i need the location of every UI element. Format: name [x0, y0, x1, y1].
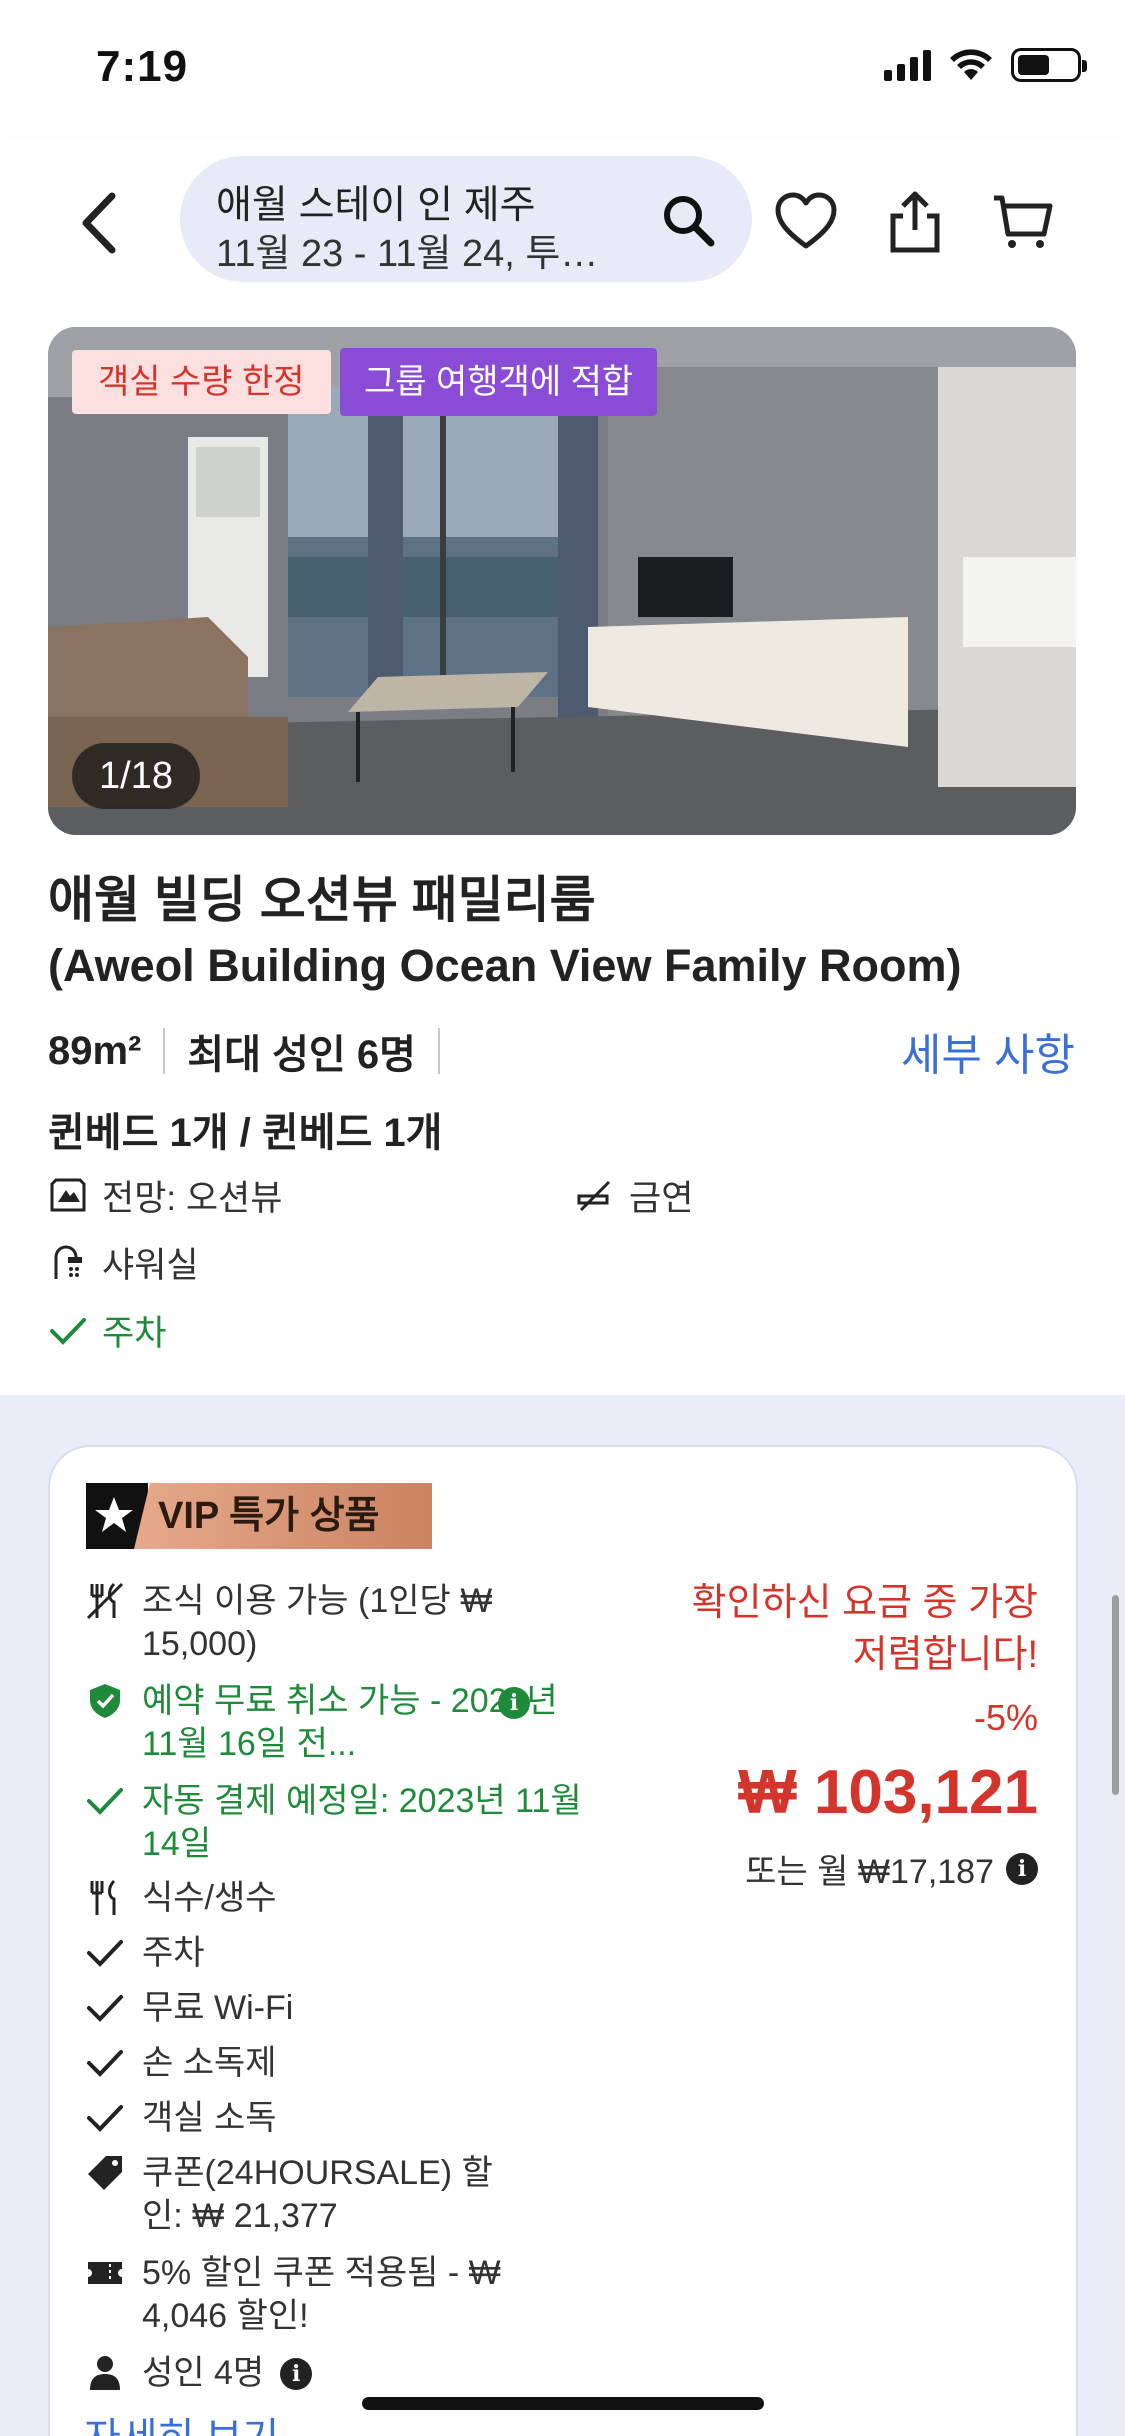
photo-counter: 1/18 [72, 743, 200, 809]
amenity-non-smoking-label: 금연 [629, 1179, 694, 1218]
feature-parking: 주차 [86, 1932, 586, 1983]
amenity-parking: 주차 [48, 1305, 166, 1356]
feature-adults: 성인 4명 i [86, 2352, 313, 2403]
discount-percent: -5% [973, 1697, 1038, 1738]
app-header: 애월 스테이 인 제주 11월 23 - 11월 24, 투… [0, 140, 1125, 305]
feature-sanitizer-label: 손 소독제 [142, 2044, 277, 2082]
view-more-link[interactable]: 자세히 보기 [84, 2405, 279, 2436]
shield-check-icon [90, 1684, 120, 1718]
bed-config: 퀸베드 1개 / 퀸베드 1개 [48, 1111, 443, 1155]
vip-offer-card: VIP 특가 상품 조식 이용 가능 (1인당 ₩ 15,000) 예약 무료 … [48, 1445, 1078, 2436]
amenity-view-label: 전망: 오션뷰 [102, 1179, 283, 1218]
ocean-view-icon [50, 1178, 86, 1211]
heart-icon[interactable] [774, 190, 838, 254]
monthly-price: 또는 월 ₩17,187 i [745, 1844, 1038, 1893]
feature-coupon-label: 쿠폰(24HOURSALE) 할인: ₩ 21,377 [142, 2154, 493, 2235]
ticket-icon [88, 2262, 122, 2284]
check-icon [87, 2105, 123, 2132]
tag-icon [88, 2156, 122, 2190]
vip-label: VIP 특가 상품 [134, 1483, 432, 1549]
status-bar: 7:19 [0, 0, 1125, 140]
details-link[interactable]: 세부 사항 [901, 1019, 1075, 1083]
feature-disinfection: 객실 소독 [86, 2097, 586, 2148]
check-icon [50, 1317, 86, 1345]
room-title-english: (Aweol Building Ocean View Family Room) [48, 940, 962, 991]
divider [437, 1028, 440, 1074]
amenity-shower-label: 샤워실 [102, 1246, 199, 1285]
cellular-signal-icon [884, 49, 931, 81]
search-icon[interactable] [660, 192, 716, 248]
feature-disinfection-label: 객실 소독 [142, 2099, 277, 2137]
amenity-shower: 샤워실 [48, 1237, 199, 1288]
fork-knife-icon [90, 1879, 116, 1915]
group-travel-badge: 그룹 여행객에 적합 [340, 348, 658, 416]
feature-auto-payment-label: 자동 결제 예정일: 2023년 11월 14일 [142, 1782, 582, 1863]
amenity-parking-label: 주차 [102, 1314, 167, 1353]
home-indicator [362, 2397, 764, 2410]
scrollbar[interactable] [1112, 1595, 1119, 1795]
status-icons [884, 48, 1087, 82]
check-icon [87, 1995, 123, 2022]
max-guests: 최대 성인 6명 [187, 1033, 416, 1077]
feature-sanitizer: 손 소독제 [86, 2042, 586, 2093]
feature-auto-payment: 자동 결제 예정일: 2023년 11월 14일 [86, 1780, 586, 1866]
feature-coupon-applied: 5% 할인 쿠폰 적용됨 - ₩ 4,046 할인! [86, 2252, 556, 2338]
room-specs: 89m² 최대 성인 6명 [48, 1022, 462, 1080]
feature-water-label: 식수/생수 [142, 1879, 277, 1917]
check-icon [87, 1788, 123, 1815]
check-icon [87, 2050, 123, 2077]
cart-icon[interactable] [990, 190, 1054, 254]
free-cancel-info-icon[interactable]: i [498, 1687, 530, 1719]
feature-breakfast-label: 조식 이용 가능 (1인당 ₩ 15,000) [142, 1582, 493, 1663]
search-dates: 11월 23 - 11월 24, 투… [216, 233, 599, 275]
feature-wifi-label: 무료 Wi-Fi [142, 1989, 294, 2027]
wifi-icon [950, 49, 992, 80]
room-size: 89m² [48, 1028, 142, 1073]
feature-breakfast: 조식 이용 가능 (1인당 ₩ 15,000) [86, 1580, 586, 1666]
price: ₩ 103,121 [738, 1758, 1038, 1827]
search-summary-pill[interactable]: 애월 스테이 인 제주 11월 23 - 11월 24, 투… [180, 156, 752, 282]
amenity-non-smoking: 금연 [575, 1170, 693, 1221]
fork-knife-icon [86, 1582, 124, 1620]
divider [163, 1028, 166, 1074]
monthly-info-icon[interactable]: i [1006, 1852, 1038, 1885]
feature-coupon-applied-label: 5% 할인 쿠폰 적용됨 - ₩ 4,046 할인! [142, 2254, 501, 2335]
shower-icon [54, 1245, 82, 1279]
adults-info-icon[interactable]: i [280, 2358, 313, 2390]
lowest-price-note: 확인하신 요금 중 가장 저렴합니다! [691, 1582, 1038, 1676]
vip-badge: VIP 특가 상품 [86, 1483, 432, 1549]
feature-coupon: 쿠폰(24HOURSALE) 할인: ₩ 21,377 [86, 2152, 506, 2238]
share-icon[interactable] [883, 190, 947, 254]
feature-adults-label: 성인 4명 [142, 2354, 265, 2392]
feature-wifi: 무료 Wi-Fi [86, 1987, 586, 2038]
limited-rooms-badge: 객실 수량 한정 [72, 350, 331, 414]
amenity-view: 전망: 오션뷰 [48, 1170, 282, 1221]
check-icon [87, 1940, 123, 1967]
monthly-price-label: 또는 월 ₩17,187 [745, 1853, 994, 1891]
room-title: 애월 빌딩 오션뷰 패밀리룸 [48, 872, 596, 928]
person-icon [90, 2356, 120, 2390]
room-card: 1/18 객실 수량 한정 그룹 여행객에 적합 애월 빌딩 오션뷰 패밀리룸 … [0, 305, 1125, 1395]
status-time: 7:19 [96, 42, 189, 91]
back-arrow-icon[interactable] [72, 188, 132, 258]
battery-icon [1011, 48, 1087, 82]
feature-water: 식수/생수 [86, 1877, 586, 1928]
no-smoking-icon [577, 1180, 611, 1211]
feature-parking-label: 주차 [142, 1934, 205, 1972]
